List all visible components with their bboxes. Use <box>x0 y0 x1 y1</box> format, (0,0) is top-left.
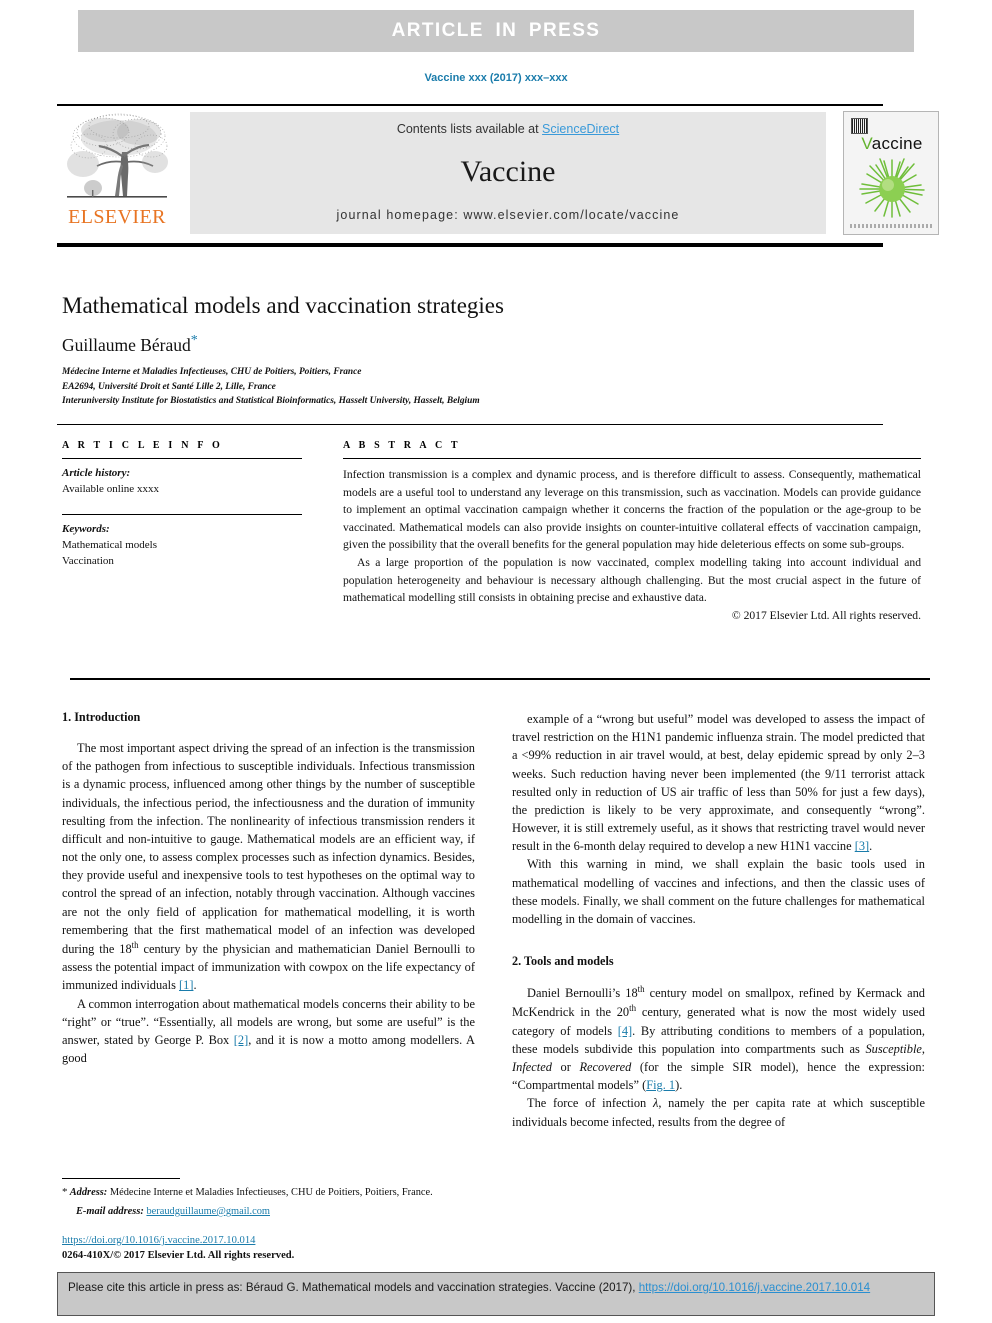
corresponding-author-marker[interactable]: * <box>191 333 198 348</box>
email-footnote: E-mail address: beraudguillaume@gmail.co… <box>62 1204 475 1219</box>
compartment-name-susceptible: Susceptible <box>865 1041 922 1056</box>
footnote-rule <box>62 1178 180 1179</box>
citation-footer-box: Please cite this article in press as: Bé… <box>57 1272 935 1316</box>
abstract-paragraph: As a large proportion of the population … <box>343 556 921 605</box>
author-name: Guillaume Béraud <box>62 334 191 355</box>
contents-prefix-text: Contents lists available at <box>396 122 543 136</box>
masthead-center-panel: Contents lists available at ScienceDirec… <box>190 112 826 234</box>
body-paragraph: A common interrogation about mathematica… <box>62 995 475 1068</box>
title-block: Mathematical models and vaccination stra… <box>62 292 922 408</box>
article-info-heading: A R T I C L E I N F O <box>62 440 223 451</box>
elsevier-logo: ELSEVIER <box>57 110 177 236</box>
body-paragraph: The force of infection λ, namely the per… <box>512 1094 925 1130</box>
paragraph-text: or <box>551 1060 580 1074</box>
cover-title-text: Vaccine <box>844 134 938 154</box>
citation-footer-text: Please cite this article in press as: Bé… <box>68 1279 924 1296</box>
body-paragraph: With this warning in mind, we shall expl… <box>512 857 925 926</box>
article-history-value: Available online xxxx <box>62 482 159 495</box>
body-column-left: 1. Introduction The most important aspec… <box>62 710 475 1067</box>
body-paragraph: Daniel Bernoulli’s 18th century model on… <box>512 983 925 1094</box>
citation-doi-link[interactable]: https://doi.org/10.1016/j.vaccine.2017.1… <box>639 1281 870 1294</box>
abstract-body: Infection transmission is a complex and … <box>343 466 921 622</box>
citation-reference-1[interactable]: [1] <box>179 978 193 992</box>
ordinal-suffix: th <box>131 939 139 950</box>
masthead-top-rule <box>57 104 883 106</box>
figure-reference-1[interactable]: Fig. 1 <box>646 1078 675 1092</box>
paragraph-text: , <box>921 1041 925 1056</box>
article-info-rule <box>62 458 302 459</box>
citation-reference-4[interactable]: [4] <box>618 1024 632 1038</box>
section-heading-introduction: 1. Introduction <box>62 710 141 724</box>
keywords-label: Keywords: <box>62 522 110 535</box>
body-column-right: example of a “wrong but useful” model wa… <box>512 710 925 1131</box>
abstract-heading: A B S T R A C T <box>343 440 461 451</box>
doi-issn-block: https://doi.org/10.1016/j.vaccine.2017.1… <box>62 1233 475 1263</box>
running-head-citation: Vaccine xxx (2017) xxx–xxx <box>424 72 568 84</box>
keyword-item: Vaccination <box>62 554 114 567</box>
journal-cover-thumbnail: Vaccine <box>843 111 939 235</box>
title-section-rule <box>57 424 883 425</box>
address-value: Médecine Interne et Maladies Infectieuse… <box>109 1187 433 1198</box>
email-label: E-mail address: <box>76 1205 147 1217</box>
paragraph-text: The most important aspect driving the sp… <box>62 741 475 957</box>
body-paragraph: example of a “wrong but useful” model wa… <box>512 710 925 855</box>
article-in-press-label: ARTICLE IN PRESS <box>391 20 601 41</box>
citation-reference-3[interactable]: [3] <box>855 839 869 853</box>
doi-link[interactable]: https://doi.org/10.1016/j.vaccine.2017.1… <box>62 1235 255 1246</box>
page-title: Mathematical models and vaccination stra… <box>62 293 504 318</box>
affiliation-list: Médecine Interne et Maladies Infectieuse… <box>62 365 922 408</box>
abstract-rule <box>343 458 921 459</box>
cover-title-initial: V <box>861 134 872 153</box>
paragraph-text: ). <box>675 1078 683 1093</box>
abstract-paragraph: Infection transmission is a complex and … <box>343 468 921 552</box>
journal-homepage-line: journal homepage: www.elsevier.com/locat… <box>336 208 680 222</box>
journal-masthead: ELSEVIER Contents lists available at Sci… <box>57 110 939 238</box>
elsevier-wordmark: ELSEVIER <box>68 206 166 228</box>
affiliation-item: Interuniversity Institute for Biostatist… <box>62 396 480 407</box>
barcode-icon <box>851 118 868 134</box>
keywords-group: Keywords: Mathematical models Vaccinatio… <box>62 522 302 570</box>
abstract-column: A B S T R A C T Infection transmission i… <box>343 440 921 622</box>
ordinal-suffix: th <box>637 984 645 995</box>
author-line: Guillaume Béraud* <box>62 333 922 356</box>
article-history-label: Article history: <box>62 467 131 479</box>
keywords-rule <box>62 513 302 515</box>
body-top-rule <box>70 678 930 680</box>
address-label: Address: <box>67 1187 110 1198</box>
body-paragraph: The most important aspect driving the sp… <box>62 739 475 995</box>
cover-title-remainder: accine <box>871 134 923 153</box>
paragraph-text: . <box>193 978 197 993</box>
elsevier-tree-icon <box>67 113 168 198</box>
section-heading-tools-and-models: 2. Tools and models <box>512 954 614 969</box>
paragraph-text: Daniel Bernoulli’s 18 <box>527 986 638 1001</box>
compartment-name-recovered: Recovered <box>579 1060 632 1074</box>
email-link[interactable]: beraudguillaume@gmail.com <box>146 1206 270 1217</box>
article-info-column: A R T I C L E I N F O Article history: A… <box>62 440 302 570</box>
issn-copyright-line: 0264-410X/© 2017 Elsevier Ltd. All right… <box>62 1250 295 1262</box>
cover-footer-rule <box>850 224 934 228</box>
masthead-bottom-rule <box>57 243 883 247</box>
copyright-line: © 2017 Elsevier Ltd. All rights reserved… <box>731 608 921 622</box>
paragraph-text: example of a “wrong but useful” model wa… <box>512 712 925 854</box>
corresponding-address-footnote: * Address: Médecine Interne et Maladies … <box>62 1185 475 1201</box>
article-history-group: Article history: Available online xxxx <box>62 466 302 498</box>
virus-illustration-icon <box>859 158 925 218</box>
paragraph-text: . <box>869 839 873 854</box>
keyword-item: Mathematical models <box>62 538 157 551</box>
contents-available-line: Contents lists available at ScienceDirec… <box>190 122 826 136</box>
affiliation-item: EA2694, Université Droit et Santé Lille … <box>62 381 276 392</box>
sciencedirect-link[interactable]: ScienceDirect <box>542 122 619 136</box>
citation-prefix: Please cite this article in press as: Bé… <box>68 1281 639 1294</box>
paragraph-text: The force of infection <box>527 1096 653 1111</box>
compartment-name-infected: Infected <box>512 1060 552 1074</box>
article-in-press-banner: ARTICLE IN PRESS <box>78 10 914 52</box>
journal-title: Vaccine <box>460 155 556 188</box>
affiliation-item: Médecine Interne et Maladies Infectieuse… <box>62 367 362 378</box>
citation-reference-2[interactable]: [2] <box>234 1033 248 1047</box>
footnote-block: * Address: Médecine Interne et Maladies … <box>62 1178 475 1219</box>
